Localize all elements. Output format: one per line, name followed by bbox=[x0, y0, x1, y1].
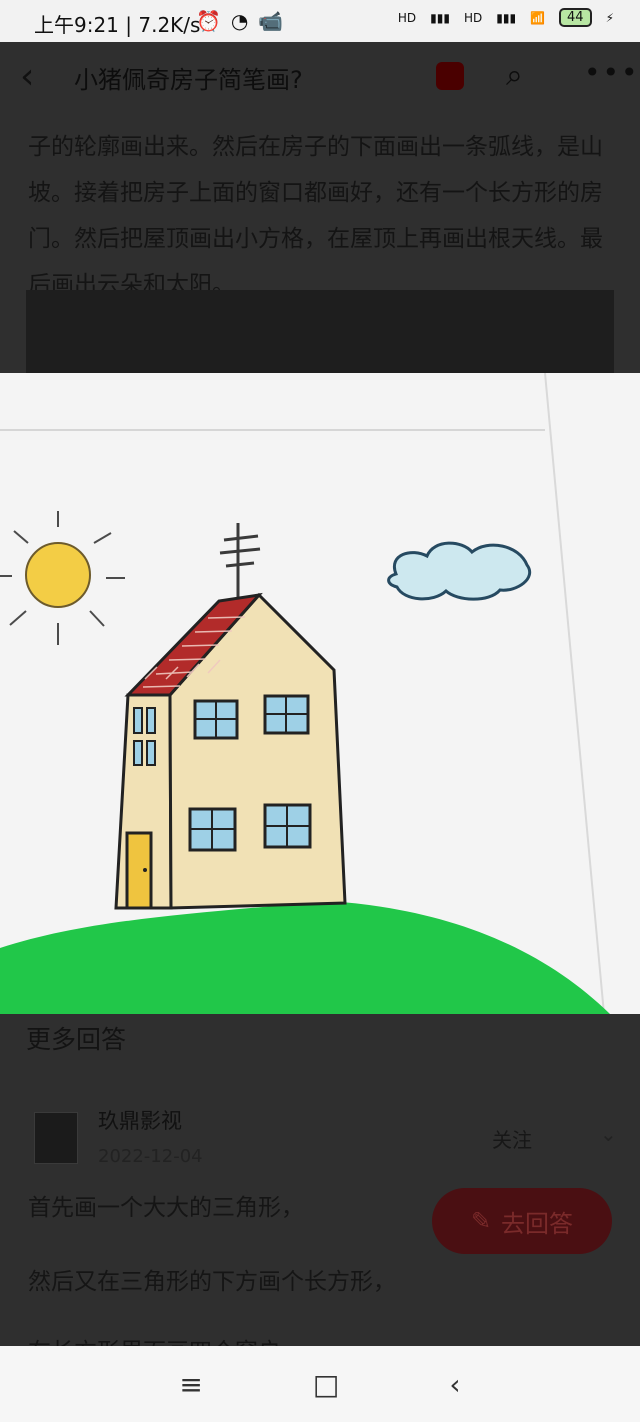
app-icon[interactable] bbox=[436, 62, 464, 90]
home-icon[interactable]: □ bbox=[313, 1368, 339, 1401]
status-time: 上午9:21 | 7.2K/s bbox=[34, 13, 201, 37]
status-right: HD ▮▮▮ HD ▮▮▮ 📶 44 ⚡ bbox=[398, 8, 614, 27]
signal-hd1: HD bbox=[397, 10, 417, 25]
house-drawing-image[interactable] bbox=[0, 373, 640, 1014]
answer-line-2: 然后又在三角形的下方画个长方形， bbox=[28, 1269, 396, 1295]
signal-hd2: HD bbox=[463, 10, 483, 25]
pencil-icon: ✎ bbox=[470, 1207, 492, 1235]
status-icons: ⏰ ◔ 📹 bbox=[196, 9, 283, 33]
signal-icon-1: ▮▮▮ bbox=[430, 10, 450, 25]
image-top-strip bbox=[26, 290, 614, 380]
page-content: ‹ 小猪佩奇房子简笔画? ⌕ ••• 子的轮廓画出来。然后在房子的下面画出一条弧… bbox=[0, 42, 640, 1346]
search-icon[interactable]: ⌕ bbox=[506, 58, 523, 93]
answer-paragraph: 子的轮廓画出来。然后在房子的下面画出一条弧线，是山坡。接着把房子上面的窗口都画好… bbox=[28, 134, 603, 298]
nav-back-icon[interactable]: ‹ bbox=[449, 1368, 460, 1401]
house-drawing-svg bbox=[0, 373, 640, 1014]
app-status-icon: ◔ bbox=[230, 9, 249, 33]
app-bar: ‹ 小猪佩奇房子简笔画? ⌕ ••• bbox=[0, 42, 640, 114]
answer-date: 2022-12-04 bbox=[98, 1146, 203, 1167]
system-nav-bar: ≡ □ ‹ bbox=[0, 1346, 640, 1422]
author-avatar[interactable] bbox=[34, 1112, 78, 1164]
answer-button[interactable]: ✎ 去回答 bbox=[432, 1188, 612, 1254]
chevron-down-icon[interactable]: ⌄ bbox=[600, 1122, 617, 1146]
menu-icon[interactable]: ≡ bbox=[179, 1368, 202, 1401]
more-dots-icon[interactable]: ••• bbox=[584, 56, 640, 89]
alarm-icon: ⏰ bbox=[196, 9, 221, 33]
signal-icon-2: ▮▮▮ bbox=[496, 10, 517, 25]
charging-icon: ⚡ bbox=[605, 10, 614, 25]
author-name[interactable]: 玖鼎影视 bbox=[98, 1105, 182, 1135]
page-title: 小猪佩奇房子简笔画? bbox=[74, 66, 303, 94]
video-icon: 📹 bbox=[258, 9, 284, 33]
status-bar: 上午9:21 | 7.2K/s ⏰ ◔ 📹 HD ▮▮▮ HD ▮▮▮ 📶 44… bbox=[0, 0, 640, 42]
more-answers-title: 更多回答 bbox=[26, 1025, 127, 1054]
back-arrow-icon[interactable]: ‹ bbox=[20, 56, 34, 97]
battery-badge: 44 bbox=[559, 8, 592, 27]
wifi-icon: 📶 bbox=[530, 10, 546, 25]
answer-line-3: 在长方形里面画四个窗户 bbox=[28, 1332, 281, 1346]
follow-button[interactable]: 关注 bbox=[492, 1124, 532, 1153]
answer-line-1: 首先画一个大大的三角形， bbox=[28, 1195, 304, 1221]
answer-button-label: 去回答 bbox=[501, 1209, 574, 1238]
